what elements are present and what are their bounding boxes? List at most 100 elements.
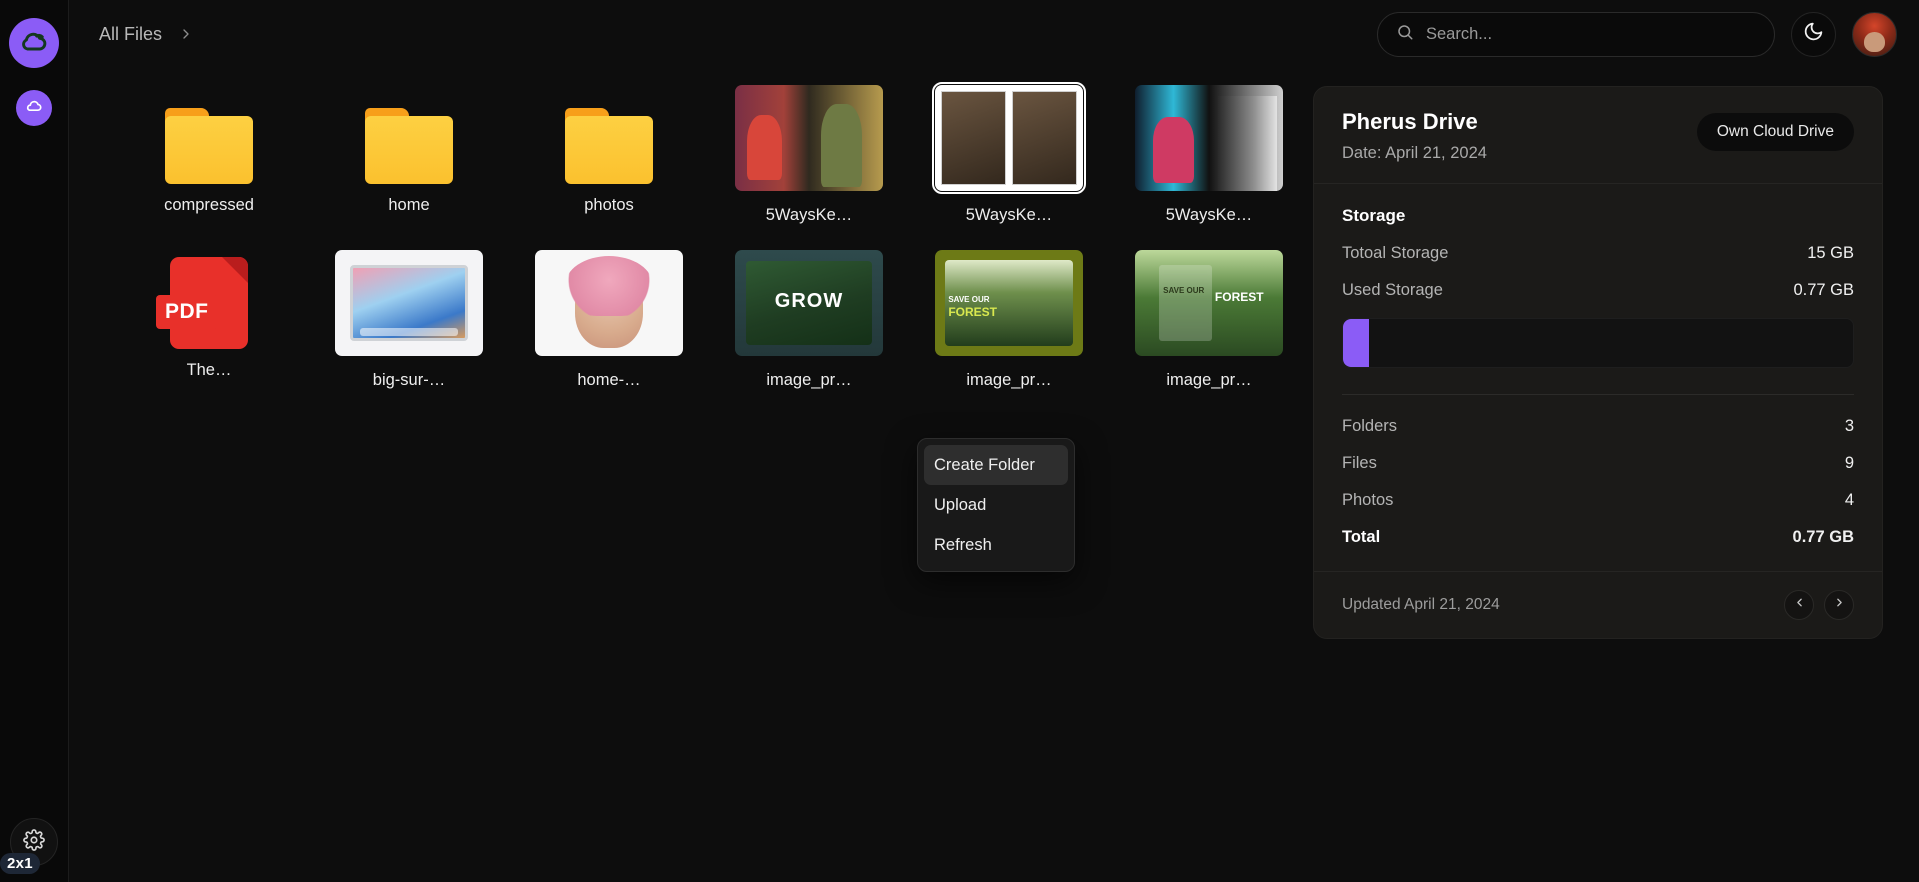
search-icon	[1396, 23, 1414, 46]
own-cloud-drive-badge[interactable]: Own Cloud Drive	[1696, 113, 1854, 151]
file-tile-image-pr-1[interactable]: GROW image_pr…	[709, 239, 909, 390]
gear-icon	[23, 828, 45, 856]
folder-thumb	[565, 78, 653, 184]
prev-button[interactable]	[1784, 590, 1814, 620]
file-tile-5waysket-1[interactable]: 5WaysKe…	[709, 74, 909, 225]
file-tile-the-pdf[interactable]: PDF The…	[109, 239, 309, 390]
file-label: compressed	[164, 196, 254, 214]
chevron-right-icon	[1833, 596, 1846, 614]
breadcrumb-all-files[interactable]: All Files	[99, 24, 162, 45]
topbar: All Files	[69, 0, 1919, 68]
file-label: big-sur-…	[372, 371, 446, 389]
next-button[interactable]	[1824, 590, 1854, 620]
folder-thumb	[365, 78, 453, 184]
brand-logo[interactable]	[9, 18, 59, 68]
pagination-controls	[1784, 590, 1854, 620]
search-box[interactable]	[1377, 11, 1775, 57]
files-pane: compressed home photos 5WaysKe… 5WaysKe……	[69, 68, 1313, 882]
file-tile-home[interactable]: home	[309, 74, 509, 225]
topbar-actions	[1377, 11, 1897, 57]
details-body: Storage Totoal Storage 15 GB Used Storag…	[1314, 184, 1882, 571]
pdf-thumb: PDF	[156, 243, 248, 349]
folders-value: 3	[1844, 417, 1854, 435]
main-area: All Files Search... compressed home phot…	[69, 0, 1919, 882]
file-tile-photos[interactable]: photos	[509, 74, 709, 225]
used-storage-value: 0.77 GB	[1793, 281, 1854, 299]
folder-icon	[165, 108, 253, 184]
file-tile-5waysket-3[interactable]: 5WaysKe…	[1109, 74, 1309, 225]
theme-toggle-button[interactable]	[1791, 11, 1836, 57]
total-label: Total	[1342, 528, 1381, 546]
image-thumb	[535, 243, 683, 363]
file-label: home-…	[577, 371, 641, 389]
search-input[interactable]	[1426, 24, 1756, 44]
file-label: home	[388, 196, 430, 214]
file-label: image_pr…	[1166, 371, 1252, 389]
settings-area: 2x1	[0, 818, 58, 874]
menu-item-refresh[interactable]: Refresh	[924, 525, 1068, 565]
size-badge: 2x1	[0, 853, 40, 874]
storage-section-title: Storage	[1342, 206, 1406, 225]
drive-info: Pherus Drive Date: April 21, 2024	[1342, 109, 1487, 163]
updated-text: Updated April 21, 2024	[1342, 596, 1500, 613]
file-tile-image-pr-3[interactable]: SAVE OUR FOREST image_pr…	[1109, 239, 1309, 390]
image-thumb	[735, 78, 883, 198]
file-tile-compressed[interactable]: compressed	[109, 74, 309, 225]
forest-thumbnail: SAVE OUR FOREST	[935, 250, 1083, 356]
context-menu: Create Folder Upload Refresh	[917, 438, 1075, 572]
image-thumb	[335, 243, 483, 363]
details-header: Pherus Drive Date: April 21, 2024 Own Cl…	[1314, 87, 1882, 184]
portrait-thumbnail	[535, 250, 683, 356]
file-label: 5WaysKe…	[965, 206, 1053, 224]
file-label: image_pr…	[766, 371, 852, 389]
file-label: The…	[186, 361, 232, 379]
folder-icon	[565, 108, 653, 184]
menu-item-upload[interactable]: Upload	[924, 485, 1068, 525]
file-label: photos	[584, 196, 634, 214]
comic-thumbnail	[1135, 85, 1283, 191]
divider	[1342, 394, 1854, 395]
details-panel: Pherus Drive Date: April 21, 2024 Own Cl…	[1313, 86, 1883, 639]
image-thumb: SAVE OUR FOREST	[1135, 243, 1283, 363]
breadcrumb: All Files	[99, 24, 194, 45]
folder-icon	[365, 108, 453, 184]
chevron-left-icon	[1793, 596, 1806, 614]
macbook-thumbnail	[335, 250, 483, 356]
image-thumb	[1135, 78, 1283, 198]
cloud-logo-icon	[18, 25, 50, 62]
file-label: 5WaysKe…	[765, 206, 853, 224]
file-label: 5WaysKe…	[1165, 206, 1253, 224]
chevron-right-icon	[178, 26, 194, 42]
photos-label: Photos	[1342, 491, 1394, 509]
image-thumb: SAVE OUR FOREST	[935, 243, 1083, 363]
app-root: 2x1 All Files Search... compressed home …	[0, 0, 1919, 882]
image-thumb: GROW	[735, 243, 883, 363]
folders-row: Folders 3	[1342, 417, 1854, 436]
drive-title: Pherus Drive	[1342, 109, 1478, 134]
file-label: image_pr…	[966, 371, 1052, 389]
file-tile-5waysket-2[interactable]: 5WaysKe…	[909, 74, 1109, 225]
files-value: 9	[1844, 454, 1854, 472]
menu-item-create-folder[interactable]: Create Folder	[924, 445, 1068, 485]
pdf-icon: PDF	[156, 257, 248, 349]
total-storage-row: Totoal Storage 15 GB	[1342, 244, 1854, 263]
drive-date: Date: April 21, 2024	[1342, 144, 1487, 162]
forest-thumbnail: SAVE OUR FOREST	[1135, 250, 1283, 356]
sidebar: 2x1	[0, 0, 69, 882]
photos-value: 4	[1844, 491, 1854, 509]
folders-label: Folders	[1342, 417, 1398, 435]
comic-thumbnail-selected	[932, 82, 1086, 194]
image-thumb	[932, 78, 1086, 198]
file-tile-home-img[interactable]: home-…	[509, 239, 709, 390]
grow-thumbnail: GROW	[735, 250, 883, 356]
used-storage-row: Used Storage 0.77 GB	[1342, 281, 1854, 300]
total-value: 0.77 GB	[1792, 528, 1854, 546]
file-tile-image-pr-2[interactable]: SAVE OUR FOREST image_pr…	[909, 239, 1109, 390]
moon-icon	[1803, 21, 1824, 47]
file-tile-big-sur[interactable]: big-sur-…	[309, 239, 509, 390]
file-grid: compressed home photos 5WaysKe… 5WaysKe……	[109, 74, 1297, 390]
total-storage-label: Totoal Storage	[1342, 244, 1449, 262]
total-row: Total 0.77 GB	[1342, 528, 1854, 547]
sidebar-item-drive[interactable]	[16, 90, 52, 126]
avatar[interactable]	[1852, 11, 1897, 57]
